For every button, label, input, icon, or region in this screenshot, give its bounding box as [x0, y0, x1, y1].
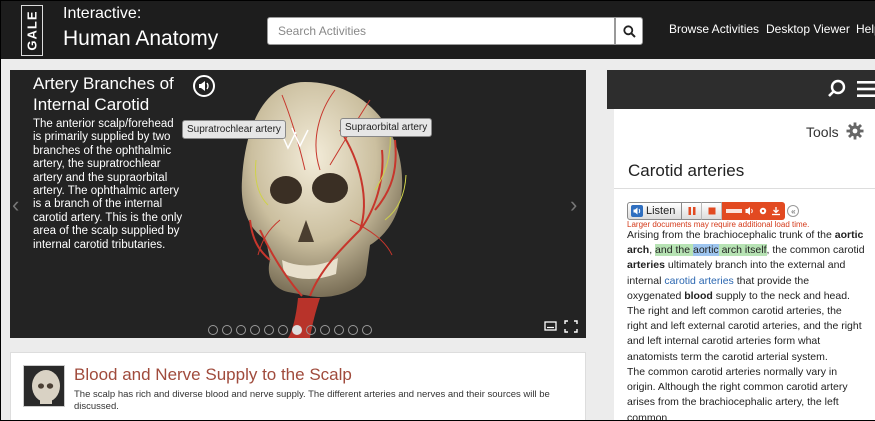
carotid-arteries-link[interactable]: carotid arteries	[664, 275, 733, 287]
slide-dot[interactable]	[320, 325, 330, 335]
brand-subtitle: Interactive:	[63, 5, 142, 22]
slide-dot[interactable]	[250, 325, 260, 335]
readspeaker-toolbar: Listen «	[627, 202, 800, 220]
skull-artery-illustration	[241, 82, 407, 338]
stop-button[interactable]	[702, 202, 723, 220]
slide-title: Artery Branches of Internal Carotid	[33, 74, 174, 114]
anatomy-slideshow: Supratrochlear artery Supraorbital arter…	[10, 70, 586, 338]
search-button[interactable]	[615, 17, 643, 45]
readspeaker-controls	[722, 202, 786, 220]
volume-icon[interactable]	[745, 206, 755, 216]
gale-logo[interactable]: GALE	[21, 5, 43, 56]
article-title[interactable]: Blood and Nerve Supply to the Scalp	[74, 365, 352, 385]
skull-thumbnail-icon	[24, 366, 64, 406]
listen-button[interactable]: Listen	[627, 202, 683, 220]
slide-description: The anterior scalp/forehead is primarily…	[33, 118, 183, 251]
caption-toggle-icon[interactable]	[544, 320, 557, 332]
slide-dot[interactable]	[278, 325, 288, 335]
article-thumbnail[interactable]	[23, 365, 65, 407]
app-frame: GALE Interactive: Human Anatomy Browse A…	[0, 0, 875, 421]
slide-dot[interactable]	[334, 325, 344, 335]
slide-dot[interactable]	[264, 325, 274, 335]
stop-icon	[708, 207, 716, 215]
prev-slide-arrow[interactable]: ‹	[12, 192, 19, 218]
slide-dot[interactable]	[348, 325, 358, 335]
section-divider	[614, 188, 875, 189]
slide-dot[interactable]	[306, 325, 316, 335]
article-paragraph-1: Arising from the brachiocephalic trunk o…	[627, 229, 865, 363]
slide-dot[interactable]	[362, 325, 372, 335]
slide-pagination	[208, 325, 372, 335]
gear-icon[interactable]	[846, 122, 864, 140]
nav-browse-activities[interactable]: Browse Activities	[669, 22, 759, 36]
article-paragraph-2: The common carotid arteries normally var…	[627, 366, 848, 421]
callout-supratrochlear[interactable]: Supratrochlear artery	[182, 120, 286, 139]
speaker-icon	[631, 205, 643, 217]
search-input[interactable]	[267, 17, 615, 45]
next-slide-arrow[interactable]: ›	[570, 192, 577, 218]
collapse-icon[interactable]: «	[787, 205, 800, 217]
top-header: GALE Interactive: Human Anatomy Browse A…	[1, 1, 875, 59]
section-title: Carotid arteries	[628, 161, 745, 180]
slide-dot[interactable]	[222, 325, 232, 335]
listen-label: Listen	[646, 205, 676, 217]
search-icon	[622, 24, 636, 38]
tools-label[interactable]: Tools	[806, 124, 839, 140]
article-description: The scalp has rich and diverse blood and…	[74, 389, 550, 412]
audio-icon	[199, 81, 209, 91]
nav-desktop-viewer[interactable]: Desktop Viewer	[766, 22, 850, 36]
hamburger-menu-icon[interactable]	[857, 80, 875, 98]
download-icon[interactable]	[771, 206, 781, 216]
fullscreen-icon[interactable]	[564, 320, 578, 333]
progress-slider-icon[interactable]	[726, 206, 743, 216]
slide-dot[interactable]	[236, 325, 246, 335]
settings-icon[interactable]	[758, 206, 768, 216]
panel-search-icon[interactable]	[827, 79, 847, 99]
slide-dot[interactable]	[208, 325, 218, 335]
brand-title[interactable]: Human Anatomy	[63, 27, 218, 51]
article-card: Blood and Nerve Supply to the Scalp The …	[10, 352, 586, 420]
audio-narration-button[interactable]	[193, 75, 215, 97]
callout-supraorbital[interactable]: Supraorbital artery	[340, 118, 433, 137]
pause-button[interactable]	[682, 202, 703, 220]
pause-icon	[688, 207, 696, 215]
slide-dot[interactable]	[292, 325, 302, 335]
nav-help[interactable]: Help	[856, 22, 875, 36]
